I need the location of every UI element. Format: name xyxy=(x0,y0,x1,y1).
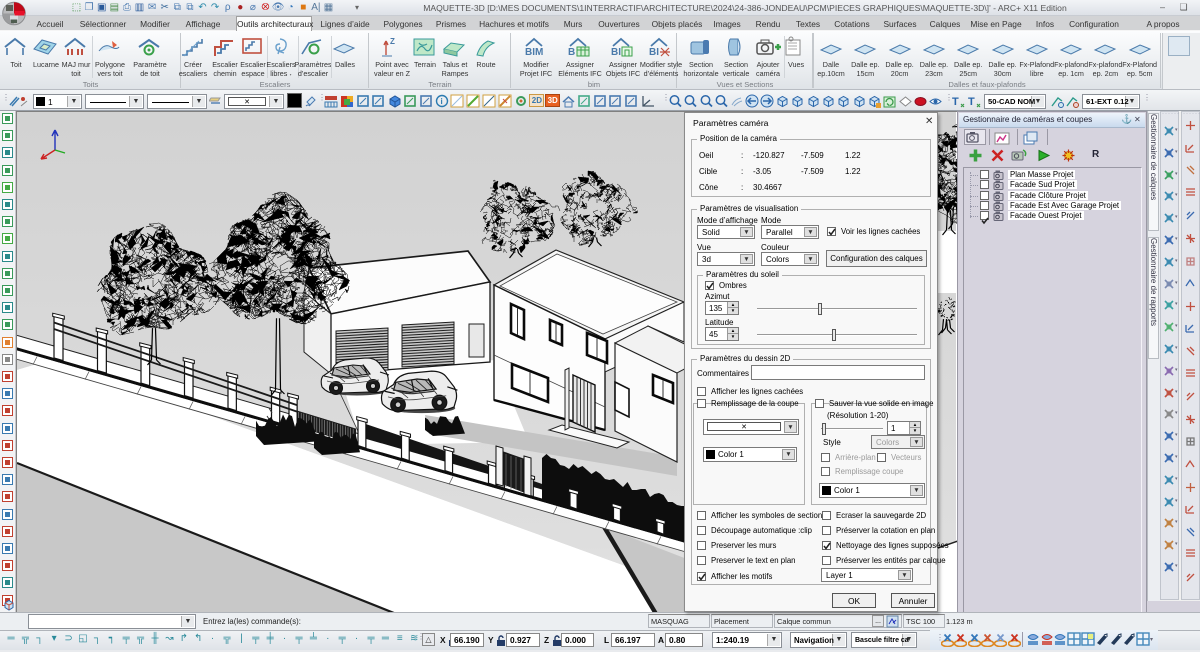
svg-text:BΙM: BΙM xyxy=(525,47,543,58)
svg-text:i: i xyxy=(440,97,442,106)
svg-text:Z: Z xyxy=(390,37,395,46)
svg-text:T: T xyxy=(968,96,975,108)
svg-text:B: B xyxy=(568,47,575,58)
svg-text:BΙ: BΙ xyxy=(649,47,659,58)
svg-text:T: T xyxy=(952,96,959,108)
svg-text:BΙ: BΙ xyxy=(611,47,621,58)
